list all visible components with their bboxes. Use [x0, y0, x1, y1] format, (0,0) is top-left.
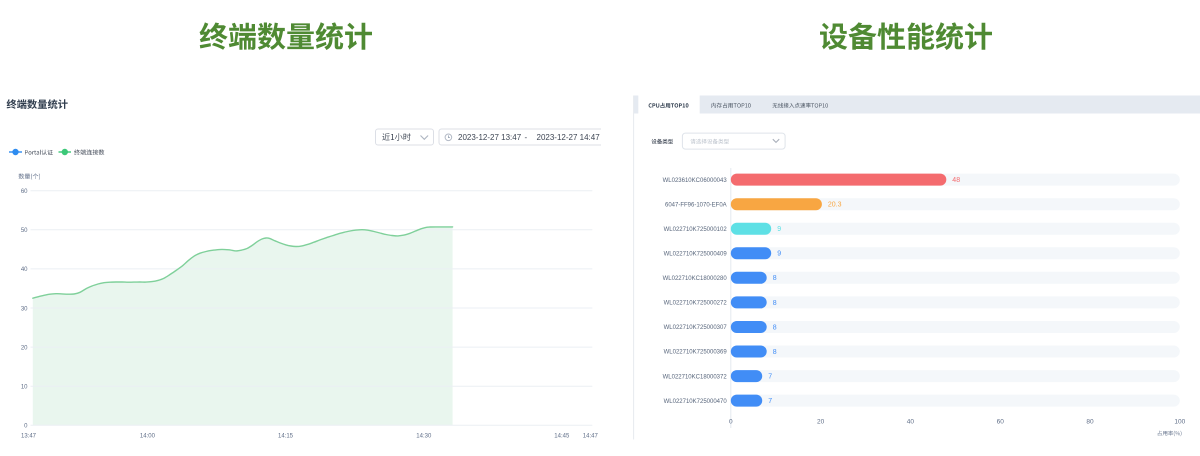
svg-text:WL022710K725000470: WL022710K725000470: [664, 399, 728, 405]
svg-text:WL022710K725000369: WL022710K725000369: [664, 350, 728, 356]
svg-text:14:47: 14:47: [583, 434, 599, 440]
svg-text:7: 7: [768, 398, 772, 405]
svg-text:2023-12-27 13:47: 2023-12-27 13:47: [458, 133, 522, 142]
svg-text:100: 100: [1174, 419, 1185, 426]
svg-text:WL022710K725000307: WL022710K725000307: [664, 325, 728, 331]
svg-text:30: 30: [21, 306, 28, 312]
svg-text:8: 8: [773, 300, 777, 307]
svg-text:20.3: 20.3: [828, 202, 842, 209]
svg-text:48: 48: [952, 177, 960, 184]
svg-text:9: 9: [777, 226, 781, 233]
svg-text:14:15: 14:15: [278, 434, 294, 440]
svg-text:WL022710K725000102: WL022710K725000102: [664, 227, 728, 233]
svg-text:10: 10: [21, 385, 28, 391]
svg-text:50: 50: [21, 228, 28, 234]
svg-text:8: 8: [773, 349, 777, 356]
svg-text:WL022710KC18000372: WL022710KC18000372: [663, 374, 728, 380]
svg-text:14:30: 14:30: [416, 434, 432, 440]
svg-text:60: 60: [997, 419, 1005, 426]
svg-text:14:45: 14:45: [554, 434, 570, 440]
svg-text:2023-12-27 14:47: 2023-12-27 14:47: [537, 133, 601, 142]
svg-text:WL022710K725000272: WL022710K725000272: [664, 301, 728, 307]
svg-text:40: 40: [21, 267, 28, 273]
svg-text:8: 8: [773, 324, 777, 331]
svg-text:8: 8: [773, 275, 777, 282]
svg-text:-: -: [525, 133, 528, 142]
svg-text:40: 40: [907, 419, 915, 426]
svg-text:WL022710KC18000280: WL022710KC18000280: [663, 276, 728, 282]
svg-text:0: 0: [729, 419, 733, 426]
svg-text:WL022710K725000409: WL022710K725000409: [664, 252, 728, 258]
svg-text:WL023610KC06000043: WL023610KC06000043: [663, 178, 728, 184]
svg-text:20: 20: [21, 345, 28, 351]
svg-text:9: 9: [777, 251, 781, 258]
svg-text:80: 80: [1086, 419, 1094, 426]
svg-text:13:47: 13:47: [21, 434, 37, 440]
svg-text:14:00: 14:00: [140, 434, 156, 440]
svg-text:20: 20: [817, 419, 825, 426]
svg-text:7: 7: [768, 374, 772, 381]
svg-text:60: 60: [21, 189, 28, 195]
svg-text:0: 0: [24, 424, 28, 430]
svg-text:6047-FF96-1070-EF0A: 6047-FF96-1070-EF0A: [665, 202, 727, 208]
